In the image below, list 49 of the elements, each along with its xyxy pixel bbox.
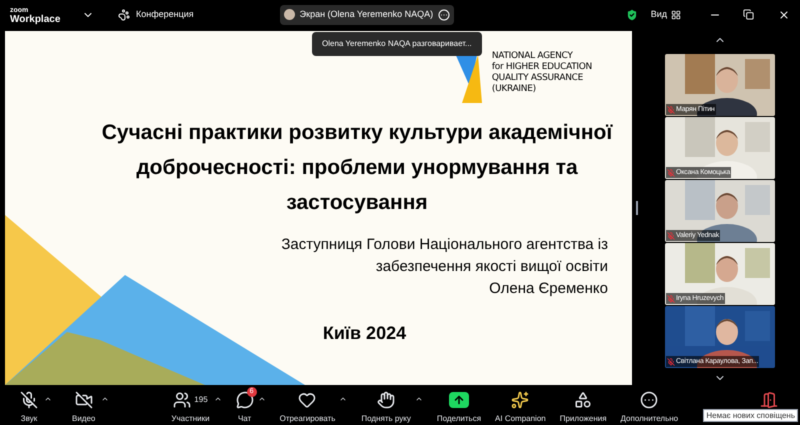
speaking-tooltip: Olena Yeremenko NAQA разговаривает... bbox=[312, 32, 482, 56]
shield-icon[interactable] bbox=[624, 8, 639, 22]
video-button[interactable]: Видео bbox=[72, 391, 96, 425]
splitter-handle[interactable] bbox=[636, 201, 638, 215]
caret-icon[interactable] bbox=[258, 395, 266, 403]
participant-count: 195 bbox=[194, 394, 208, 406]
share-icon bbox=[448, 392, 469, 408]
caret-icon[interactable] bbox=[414, 395, 423, 403]
participants-icon bbox=[173, 391, 192, 409]
logo-text: for HIGHER EDUCATION bbox=[492, 62, 592, 73]
logo-text: NATIONAL AGENCY bbox=[492, 51, 574, 62]
more-icon bbox=[640, 391, 658, 409]
ai-button[interactable]: AI Companion bbox=[495, 391, 546, 425]
sparkle-icon bbox=[511, 391, 530, 409]
caret-icon[interactable] bbox=[44, 395, 52, 403]
apps-button[interactable]: Приложения bbox=[560, 391, 607, 425]
slide-footer: Київ 2024 bbox=[322, 320, 406, 347]
camera-off-icon bbox=[74, 391, 93, 409]
share-chip-label: Экран (Olena Yeremenko NAQA) bbox=[300, 8, 434, 21]
slide-subtitle: Олена Єременко bbox=[489, 279, 608, 299]
logo-text: QUALITY ASSURANCE bbox=[492, 73, 584, 84]
more-button[interactable]: Дополнительно bbox=[620, 391, 678, 425]
hand-button[interactable]: Поднять руку bbox=[361, 391, 411, 425]
paw-icon bbox=[118, 8, 130, 20]
notification-tooltip: Немає нових сповіщень bbox=[703, 409, 798, 422]
caret-icon[interactable] bbox=[214, 395, 222, 403]
caret-icon[interactable] bbox=[339, 395, 348, 403]
view-button[interactable]: Вид bbox=[650, 8, 667, 22]
muted-mic-icon bbox=[20, 391, 38, 409]
meeting-label[interactable]: Конференция bbox=[136, 8, 194, 22]
more-icon[interactable] bbox=[438, 8, 450, 20]
share-button[interactable]: Поделиться bbox=[436, 391, 482, 425]
audio-button[interactable]: Звук bbox=[20, 391, 38, 425]
apps-icon bbox=[574, 391, 592, 409]
slide-title: Сучасні практики розвитку культури академічної доброчесності: проблеми унормування та застосування bbox=[100, 120, 614, 216]
caret-icon[interactable] bbox=[101, 395, 110, 403]
screen-share-chip[interactable]: Экран (Olena Yeremenko NAQA) bbox=[280, 4, 454, 24]
slide-subtitle: Заступниця Голови Національного агентства із bbox=[281, 235, 608, 255]
react-button[interactable]: Отреагировать bbox=[280, 391, 336, 425]
grid-icon[interactable] bbox=[671, 10, 681, 20]
hand-icon bbox=[377, 391, 396, 409]
heart-icon bbox=[298, 391, 316, 409]
close-icon[interactable] bbox=[778, 8, 790, 20]
avatar-icon bbox=[284, 9, 295, 20]
leave-icon[interactable] bbox=[760, 391, 778, 409]
slide-subtitle: забезпечення якості вищої освіти bbox=[376, 257, 608, 277]
logo-text: (UKRAINE) bbox=[492, 84, 537, 95]
restore-icon[interactable] bbox=[743, 9, 754, 20]
participants-button[interactable]: 195 Участники bbox=[171, 391, 210, 425]
